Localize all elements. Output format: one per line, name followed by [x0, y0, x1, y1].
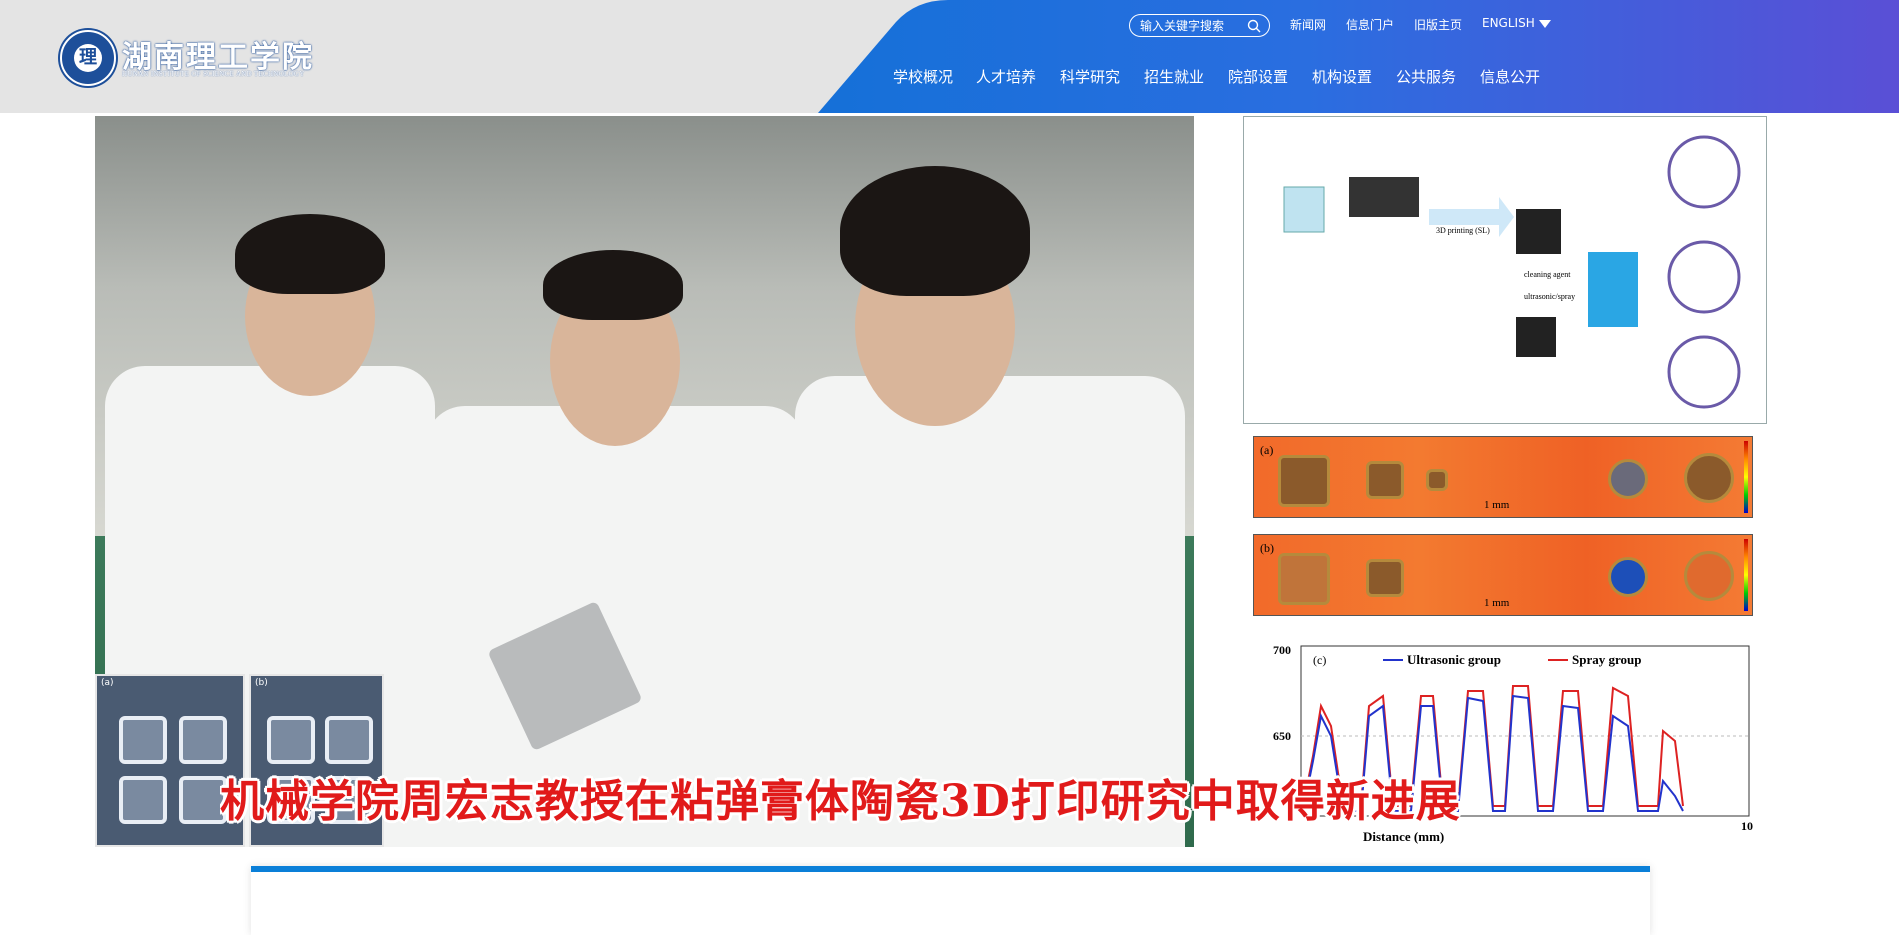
- heatmap-a: (a) 1 mm: [1253, 436, 1753, 518]
- heatmap-hole: [1608, 459, 1648, 499]
- logo-english-name: HUNAN INSTITUTE OF SCIENCE AND TECHNOLOG…: [122, 70, 305, 78]
- content-panel: [251, 866, 1650, 935]
- scale-bar-label: 1 mm: [1484, 597, 1510, 609]
- seal-center: 理: [74, 44, 102, 72]
- color-scale: [1744, 441, 1748, 513]
- x-tick-10: 10: [1741, 819, 1753, 833]
- toplink-news[interactable]: 新闻网: [1290, 16, 1326, 33]
- nav-item-overview[interactable]: 学校概况: [893, 66, 953, 87]
- nav-item-services[interactable]: 公共服务: [1396, 66, 1456, 87]
- y-tick-650: 650: [1273, 729, 1291, 743]
- cleaning-tank-shape: [1588, 252, 1638, 327]
- process-label-printing: 3D printing (SL): [1436, 226, 1490, 235]
- inset-cell: [325, 716, 373, 764]
- sample-shape: [1516, 209, 1561, 254]
- toplink-portal[interactable]: 信息门户: [1346, 16, 1394, 33]
- english-link[interactable]: ENGLISH: [1482, 16, 1535, 30]
- process-label-ultrasonic: ultrasonic/spray: [1524, 292, 1575, 301]
- nav-item-institutions[interactable]: 机构设置: [1312, 66, 1372, 87]
- y-tick-700: 700: [1273, 643, 1291, 657]
- person-right-hair: [840, 166, 1030, 296]
- printed-lattice-shape: [1349, 177, 1419, 217]
- network-shape: [1667, 335, 1741, 409]
- banner-photo[interactable]: (a) (b): [95, 116, 1194, 847]
- legend-spray: Spray group: [1572, 652, 1641, 667]
- person-middle-hair: [543, 250, 683, 320]
- heatmap-hole: [1278, 455, 1330, 507]
- sample-shape: [1516, 317, 1556, 357]
- heatmap-hole: [1366, 461, 1404, 499]
- school-logo[interactable]: 理 湖南理工学院 HUNAN INSTITUTE OF SCIENCE AND …: [60, 30, 320, 86]
- language-switch[interactable]: ENGLISH: [1482, 16, 1551, 30]
- legend-ultrasonic: Ultrasonic group: [1407, 652, 1501, 667]
- toplink-old-home[interactable]: 旧版主页: [1414, 16, 1462, 33]
- heatmap-hole: [1366, 559, 1404, 597]
- inset-label-b: (b): [255, 678, 268, 688]
- school-seal-icon: 理: [60, 30, 116, 86]
- process-label-cleaning: cleaning agent: [1524, 270, 1571, 279]
- inset-cell: [179, 716, 227, 764]
- network-shape: [1667, 240, 1741, 314]
- inset-cell: [119, 716, 167, 764]
- inset-cell: [119, 776, 167, 824]
- chart-panel-label: (c): [1313, 653, 1326, 667]
- nav-item-research[interactable]: 科学研究: [1060, 66, 1120, 87]
- research-figure[interactable]: 3D printing (SL) cleaning agent ultrason…: [1243, 116, 1767, 847]
- beaker-shape: [1283, 186, 1325, 233]
- nav-item-talent[interactable]: 人才培养: [976, 66, 1036, 87]
- nav-item-disclosure[interactable]: 信息公开: [1480, 66, 1540, 87]
- process-diagram-drawing: 3D printing (SL) cleaning agent ultrason…: [1283, 135, 1741, 409]
- heatmap-hole: [1608, 557, 1648, 597]
- site-header: 理 湖南理工学院 HUNAN INSTITUTE OF SCIENCE AND …: [0, 0, 1899, 113]
- heatmap-hole: [1684, 551, 1734, 601]
- network-shape: [1667, 135, 1741, 209]
- nav-item-departments[interactable]: 院部设置: [1228, 66, 1288, 87]
- person-left-hair: [235, 214, 385, 294]
- inset-label-a: (a): [101, 678, 114, 688]
- banner-headline[interactable]: 机械学院周宏志教授在粘弹膏体陶瓷3D打印研究中取得新进展: [220, 772, 1700, 832]
- heatmap-b: (b) 1 mm: [1253, 534, 1753, 616]
- search-input[interactable]: [1140, 17, 1240, 34]
- heatmap-label-b: (b): [1260, 541, 1274, 555]
- chevron-down-icon[interactable]: [1538, 19, 1551, 28]
- color-scale: [1744, 539, 1748, 611]
- inset-cell: [267, 716, 315, 764]
- heatmap-label-a: (a): [1260, 443, 1274, 457]
- scale-bar-label: 1 mm: [1484, 499, 1510, 511]
- heatmap-hole: [1278, 553, 1330, 605]
- search-box[interactable]: [1129, 14, 1270, 37]
- heatmap-hole: [1426, 469, 1448, 491]
- process-diagram: 3D printing (SL) cleaning agent ultrason…: [1243, 116, 1767, 424]
- heatmap-hole: [1684, 453, 1734, 503]
- nav-item-admissions[interactable]: 招生就业: [1144, 66, 1204, 87]
- search-icon[interactable]: [1247, 19, 1261, 33]
